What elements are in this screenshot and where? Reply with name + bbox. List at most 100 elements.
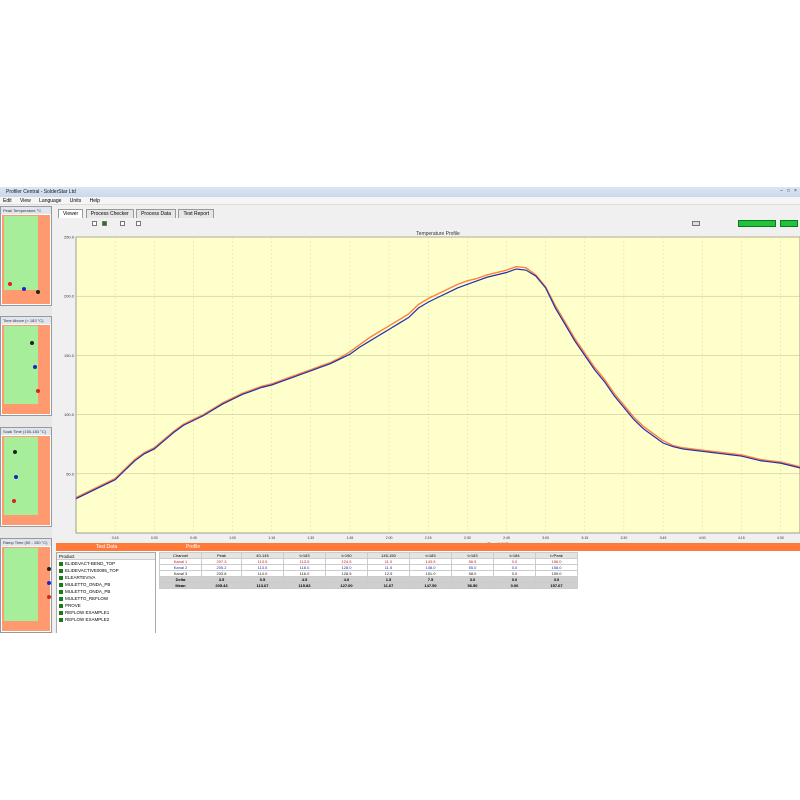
time-above-panel: Time Above (> 183 °C) xyxy=(0,316,52,416)
table-cell: 127.00 xyxy=(325,582,368,589)
product-list-header: Product xyxy=(57,553,155,560)
zoom-button[interactable] xyxy=(692,221,700,226)
table-cell: 157.67 xyxy=(535,582,578,589)
channel-dot xyxy=(36,290,40,294)
x-tick-label: 3:45 xyxy=(660,536,667,540)
table-cell: 147.50 xyxy=(409,582,452,589)
maximize-icon[interactable]: □ xyxy=(786,189,791,194)
table-cell: Mean xyxy=(159,582,202,589)
status-indicator xyxy=(780,220,798,227)
tab-process-data[interactable]: Process Data xyxy=(136,209,177,218)
table-row: Mean 205.43 113.67 115.83 127.00 11.67 147.50 5… xyxy=(159,582,578,589)
channel-dot xyxy=(12,499,16,503)
product-icon xyxy=(59,596,63,601)
panel-title: Time Above (> 183 °C) xyxy=(1,317,51,324)
product-label: MULETTO_ONDA_PB xyxy=(65,589,111,594)
tab-strip: Viewer Process Checker Process Data Test… xyxy=(58,209,215,219)
checkbox[interactable] xyxy=(102,221,107,226)
product-icon xyxy=(59,582,63,587)
product-list-item[interactable]: MULETTO_ONDA_PB xyxy=(57,581,155,588)
tab-viewer[interactable]: Viewer xyxy=(58,209,84,218)
peak-temperature-panel: Peak Temperature °C xyxy=(0,206,52,306)
x-tick-label: 3:00 xyxy=(542,536,549,540)
menu-view[interactable]: View xyxy=(20,198,31,204)
y-tick-label: 200.0 xyxy=(64,294,75,299)
channel-dot xyxy=(22,287,26,291)
channel-dot xyxy=(13,450,17,454)
tab-test-report[interactable]: Test Report xyxy=(178,209,215,218)
checkbox[interactable] xyxy=(136,221,141,226)
product-list-item[interactable]: MULETTO_ONDA_PB xyxy=(57,588,155,595)
channel-dot xyxy=(8,282,12,286)
product-list-item[interactable]: ELIDEVACTIVE0095_TOP xyxy=(57,567,155,574)
close-icon[interactable]: × xyxy=(793,189,798,194)
table-cell: 0.00 xyxy=(493,582,536,589)
x-tick-label: 2:45 xyxy=(503,536,510,540)
profile-tab[interactable]: Profile xyxy=(186,543,200,551)
channel-dot xyxy=(30,341,34,345)
x-tick-label: 4:15 xyxy=(738,536,745,540)
temperature-profile-svg: Temperature Profile 50.0 100.0 150.0 200.0 25… xyxy=(64,231,800,546)
menu-edit[interactable]: Edit xyxy=(3,198,12,204)
menu-language[interactable]: Language xyxy=(39,198,61,204)
product-label: ELEARTEVIVA xyxy=(65,575,96,580)
x-tick-label: 1:15 xyxy=(268,536,275,540)
x-tick-label: 4:00 xyxy=(699,536,706,540)
table-cell: 56.50 xyxy=(451,582,494,589)
menu-units[interactable]: Units xyxy=(70,198,81,204)
data-toolbar: Test Data Profile xyxy=(56,543,800,551)
product-list: Product ELIDEVACT-BEND_TOP ELIDEVACTIVE00… xyxy=(56,552,156,633)
x-tick-label: 2:00 xyxy=(386,536,393,540)
product-label: REFLOW EXAMPLE2 xyxy=(65,617,110,622)
product-icon xyxy=(59,617,63,622)
stats-table: Channel Peak 40-145 t>183 t>150 145-150 t>183 t… xyxy=(159,552,800,633)
checkbox[interactable] xyxy=(120,221,125,226)
stats-sidebar: Peak Temperature °C Time Above (> 183 °C… xyxy=(0,206,52,633)
y-tick-label: 250.0 xyxy=(64,235,75,240)
channel-dot xyxy=(14,475,18,479)
product-icon xyxy=(59,610,63,615)
checkbox[interactable] xyxy=(92,221,97,226)
app-window: Profiler Central - SolderStar Ltd – □ × … xyxy=(0,187,800,633)
product-icon xyxy=(59,589,63,594)
product-label: REFLOW EXAMPLE1 xyxy=(65,610,110,615)
panel-title: Ramp Time (50 - 150 °C) xyxy=(1,539,51,546)
live-indicator xyxy=(738,220,776,227)
panel-plot xyxy=(2,547,51,631)
product-list-item[interactable]: REFLOW EXAMPLE1 xyxy=(57,609,155,616)
product-icon xyxy=(59,575,63,580)
panel-plot xyxy=(2,436,50,525)
x-tick-label: 0:15 xyxy=(112,536,119,540)
minimize-icon[interactable]: – xyxy=(779,189,784,194)
panel-green-zone xyxy=(4,548,38,621)
product-list-item[interactable]: ELIDEVACT-BEND_TOP xyxy=(57,560,155,567)
bottom-panel: Test Data Profile Product ELIDEVACT-BEND… xyxy=(56,543,800,633)
x-tick-label: 0:30 xyxy=(151,536,158,540)
product-label: ELIDEVACT-BEND_TOP xyxy=(65,561,116,566)
x-tick-label: 1:00 xyxy=(229,536,236,540)
menu-bar: Edit View Language Units Help xyxy=(0,197,800,205)
tab-process-checker[interactable]: Process Checker xyxy=(85,209,134,218)
x-tick-label: 1:45 xyxy=(347,536,354,540)
product-list-item[interactable]: PROVE xyxy=(57,602,155,609)
panel-plot xyxy=(2,215,50,304)
ramp-time-panel: Ramp Time (50 - 150 °C) xyxy=(0,538,52,633)
panel-title: Soak Time (150-183 °C) xyxy=(1,428,51,435)
product-label: MULETTO_REFLOW xyxy=(65,596,109,601)
panel-green-zone xyxy=(4,437,38,515)
title-bar: Profiler Central - SolderStar Ltd – □ × xyxy=(0,187,800,197)
test-data-tab[interactable]: Test Data xyxy=(96,543,117,551)
product-list-item[interactable]: ELEARTEVIVA xyxy=(57,574,155,581)
soak-time-panel: Soak Time (150-183 °C) xyxy=(0,427,52,527)
product-list-item[interactable]: MULETTO_REFLOW xyxy=(57,595,155,602)
x-tick-label: 3:30 xyxy=(620,536,627,540)
table-cell: 11.67 xyxy=(367,582,410,589)
panel-green-zone xyxy=(4,216,38,290)
product-list-item[interactable]: REFLOW EXAMPLE2 xyxy=(57,616,155,623)
y-tick-label: 50.0 xyxy=(66,471,75,476)
panel-title: Peak Temperature °C xyxy=(1,207,51,214)
menu-help[interactable]: Help xyxy=(90,198,100,204)
panel-plot xyxy=(2,325,50,414)
table-cell: 113.67 xyxy=(241,582,284,589)
product-icon xyxy=(59,568,63,573)
